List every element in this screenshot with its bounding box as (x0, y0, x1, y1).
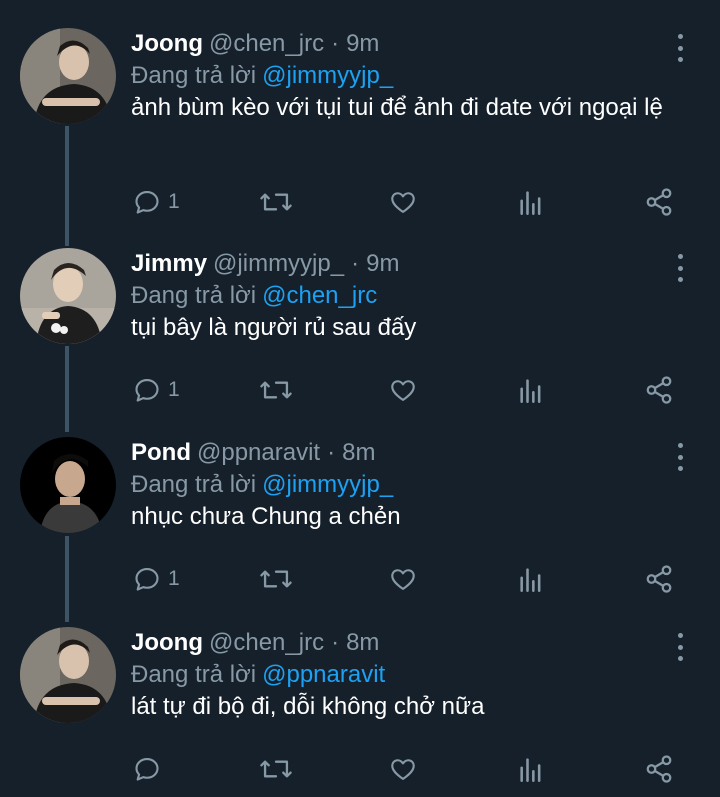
more-options-icon[interactable] (670, 633, 690, 661)
reply-icon (135, 568, 159, 591)
timestamp[interactable]: 8m (342, 437, 375, 469)
tweet-header: Jimmy @jimmyyjp_ · 9m (131, 248, 399, 280)
replying-to: Đang trả lời @chen_jrc (131, 280, 377, 312)
reply-button[interactable]: 1 (133, 182, 180, 222)
analytics-icon (520, 191, 541, 215)
mention-link[interactable]: @chen_jrc (262, 282, 377, 309)
share-button[interactable] (644, 370, 674, 410)
like-icon (391, 569, 415, 590)
replying-to: Đang trả lời @jimmyyjp_ (131, 60, 393, 92)
replying-to-label: Đang trả lời (131, 471, 257, 498)
tweet-actions: 1 (0, 182, 720, 222)
share-button[interactable] (644, 559, 674, 599)
tweet-header: Pond @ppnaravit · 8m (131, 437, 375, 469)
reply-button[interactable]: 1 (133, 559, 180, 599)
display-name[interactable]: Joong (131, 28, 203, 60)
like-icon (391, 192, 415, 213)
reply-count: 1 (168, 567, 180, 590)
analytics-icon (520, 379, 541, 403)
more-options-icon[interactable] (670, 443, 690, 471)
tweet-text: lát tự đi bộ đi, dỗi không chở nữa (131, 693, 485, 720)
share-button[interactable] (644, 182, 674, 222)
reply-button[interactable] (133, 749, 168, 789)
replying-to: Đang trả lời @ppnaravit (131, 659, 385, 691)
separator-dot: · (331, 629, 340, 656)
user-handle[interactable]: @ppnaravit (197, 437, 320, 469)
timestamp[interactable]: 9m (346, 28, 379, 60)
tweet-actions: 1 (0, 559, 720, 599)
tweet-actions: 1 (0, 370, 720, 410)
tweet-text: nhục chưa Chung a chẻn (131, 503, 401, 530)
reply-button[interactable]: 1 (133, 370, 180, 410)
share-icon (646, 376, 672, 404)
mention-link[interactable]: @ppnaravit (262, 661, 385, 688)
display-name[interactable]: Jimmy (131, 248, 207, 280)
avatar[interactable] (20, 437, 116, 533)
share-icon (646, 188, 672, 216)
separator-dot: · (351, 250, 360, 277)
more-options-icon[interactable] (670, 254, 690, 282)
analytics-button[interactable] (518, 370, 544, 410)
tweet-header: Joong @chen_jrc · 9m (131, 28, 379, 60)
share-icon (646, 565, 672, 593)
replying-to-label: Đang trả lời (131, 282, 257, 309)
timestamp[interactable]: 8m (346, 627, 379, 659)
like-button[interactable] (389, 370, 417, 410)
share-button[interactable] (644, 749, 674, 789)
analytics-icon (520, 758, 541, 782)
retweet-icon (260, 381, 292, 399)
like-button[interactable] (389, 559, 417, 599)
user-handle[interactable]: @jimmyyjp_ (213, 248, 344, 280)
user-handle[interactable]: @chen_jrc (209, 28, 324, 60)
user-handle[interactable]: @chen_jrc (209, 627, 324, 659)
display-name[interactable]: Pond (131, 437, 191, 469)
retweet-icon (260, 193, 292, 211)
separator-dot: · (331, 30, 340, 57)
share-icon (646, 755, 672, 783)
replying-to: Đang trả lời @jimmyyjp_ (131, 469, 393, 501)
avatar[interactable] (20, 248, 116, 344)
tweet-actions (0, 749, 720, 789)
analytics-icon (520, 568, 541, 592)
more-options-icon[interactable] (670, 34, 690, 62)
retweet-button[interactable] (259, 749, 293, 789)
reply-icon (135, 191, 159, 214)
reply-icon (135, 379, 159, 402)
retweet-button[interactable] (259, 370, 293, 410)
tweet-text: tụi bây là người rủ sau đấy (131, 314, 417, 341)
like-icon (391, 380, 415, 401)
reply-count: 1 (168, 378, 180, 401)
avatar[interactable] (20, 28, 116, 124)
tweet-header: Joong @chen_jrc · 8m (131, 627, 379, 659)
avatar[interactable] (20, 627, 116, 723)
reply-icon (135, 758, 159, 781)
like-button[interactable] (389, 182, 417, 222)
retweet-button[interactable] (259, 559, 293, 599)
tweet-text: ảnh bùm kèo với tụi tui để ảnh đi date v… (131, 94, 663, 121)
replying-to-label: Đang trả lời (131, 62, 257, 89)
timestamp[interactable]: 9m (366, 248, 399, 280)
reply-count: 1 (168, 190, 180, 213)
retweet-icon (260, 760, 292, 778)
replying-to-label: Đang trả lời (131, 661, 257, 688)
reply-thread: Joong @chen_jrc · 9m Đang trả lời @jimmyy… (0, 0, 720, 797)
separator-dot: · (327, 439, 336, 466)
like-icon (391, 759, 415, 780)
analytics-button[interactable] (518, 749, 544, 789)
retweet-icon (260, 570, 292, 588)
mention-link[interactable]: @jimmyyjp_ (262, 471, 393, 498)
display-name[interactable]: Joong (131, 627, 203, 659)
mention-link[interactable]: @jimmyyjp_ (262, 62, 393, 89)
analytics-button[interactable] (518, 559, 544, 599)
retweet-button[interactable] (259, 182, 293, 222)
like-button[interactable] (389, 749, 417, 789)
analytics-button[interactable] (518, 182, 544, 222)
